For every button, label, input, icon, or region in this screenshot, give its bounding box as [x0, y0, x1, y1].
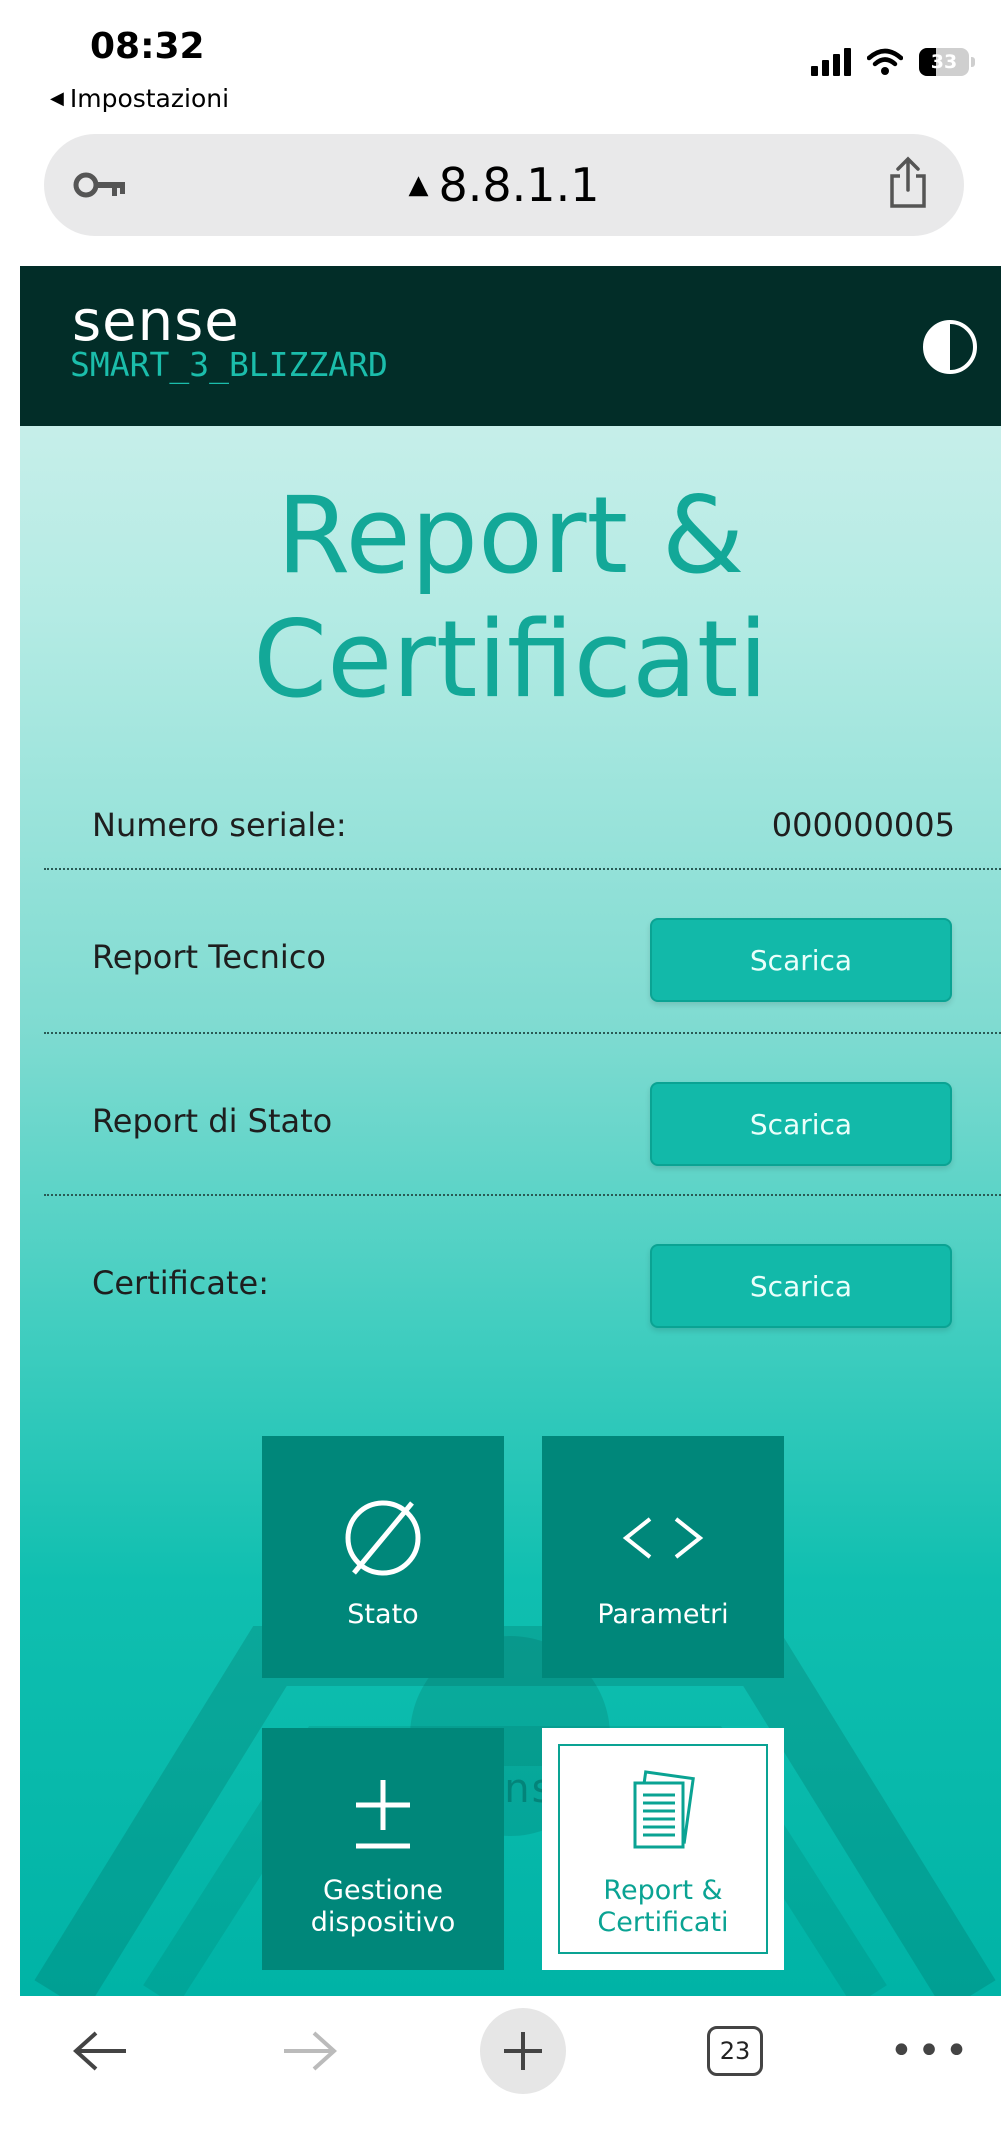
nav-tile-label: Parametri [597, 1599, 729, 1630]
nav-tile-report-certificati[interactable]: Report & Certificati [542, 1728, 784, 1970]
row-divider [44, 868, 1001, 870]
download-technical-report-button[interactable]: Scarica [650, 918, 952, 1002]
browser-toolbar: 23 ••• [0, 1996, 1001, 2149]
device-name: SMART_3_BLIZZARD [70, 345, 388, 384]
nav-tile-stato[interactable]: Stato [262, 1436, 504, 1678]
tabs-count: 23 [707, 2026, 763, 2076]
status-time: 08:32 [90, 26, 205, 67]
url-display[interactable]: ▲ 8.8.1.1 [409, 158, 600, 212]
battery-icon: 33 [919, 48, 975, 76]
contrast-toggle-icon[interactable] [921, 318, 979, 380]
arrow-left-icon [73, 2031, 126, 2071]
url-text: 8.8.1.1 [438, 158, 600, 212]
status-report-label: Report di Stato [92, 1102, 333, 1140]
more-dots-icon: ••• [889, 2028, 973, 2074]
empty-set-icon [338, 1483, 428, 1593]
cellular-signal-icon [811, 48, 851, 76]
plus-icon [504, 2032, 542, 2070]
new-tab-button[interactable] [478, 1996, 568, 2106]
nav-tile-label: Stato [347, 1599, 419, 1630]
page-title: Report & Certificati [253, 474, 768, 721]
back-to-app[interactable]: ◀ Impostazioni [50, 84, 229, 113]
row-divider [44, 1194, 1001, 1196]
nav-tile-label: Report & Certificati [597, 1875, 729, 1938]
back-app-label: Impostazioni [69, 84, 230, 113]
serial-number-value: 000000005 [771, 806, 955, 844]
back-button[interactable] [60, 1996, 140, 2106]
more-menu-button[interactable]: ••• [890, 1996, 969, 2106]
download-status-report-button[interactable]: Scarica [650, 1082, 952, 1166]
site-header: sense SMART_3_BLIZZARD [20, 266, 1001, 426]
web-content: sense SMART_3_BLIZZARD sensit Report & C… [20, 266, 1001, 1996]
row-divider [44, 1032, 1001, 1034]
nav-tile-parametri[interactable]: Parametri [542, 1436, 784, 1678]
key-icon[interactable] [72, 167, 128, 207]
share-icon[interactable] [886, 156, 930, 214]
wifi-icon [867, 48, 903, 76]
battery-level: 33 [930, 51, 958, 73]
tabs-button[interactable]: 23 [700, 1996, 770, 2106]
technical-report-label: Report Tecnico [92, 938, 326, 976]
serial-number-label: Numero seriale: [92, 806, 347, 844]
code-brackets-icon [618, 1483, 708, 1593]
address-bar[interactable]: ▲ 8.8.1.1 [44, 134, 964, 236]
download-certificate-button[interactable]: Scarica [650, 1244, 952, 1328]
nav-tile-gestione-dispositivo[interactable]: Gestione dispositivo [262, 1728, 504, 1970]
warning-icon: ▲ [408, 170, 429, 200]
forward-button[interactable] [270, 1996, 350, 2106]
documents-icon [623, 1759, 703, 1869]
nav-tile-label: Gestione dispositivo [310, 1875, 456, 1938]
plus-minus-icon [348, 1759, 418, 1869]
back-arrow-icon: ◀ [50, 88, 64, 109]
brand-logo: sense [72, 289, 240, 354]
certificate-label: Certificate: [92, 1264, 269, 1302]
arrow-right-icon [284, 2031, 337, 2071]
status-icons: 33 [811, 48, 975, 76]
